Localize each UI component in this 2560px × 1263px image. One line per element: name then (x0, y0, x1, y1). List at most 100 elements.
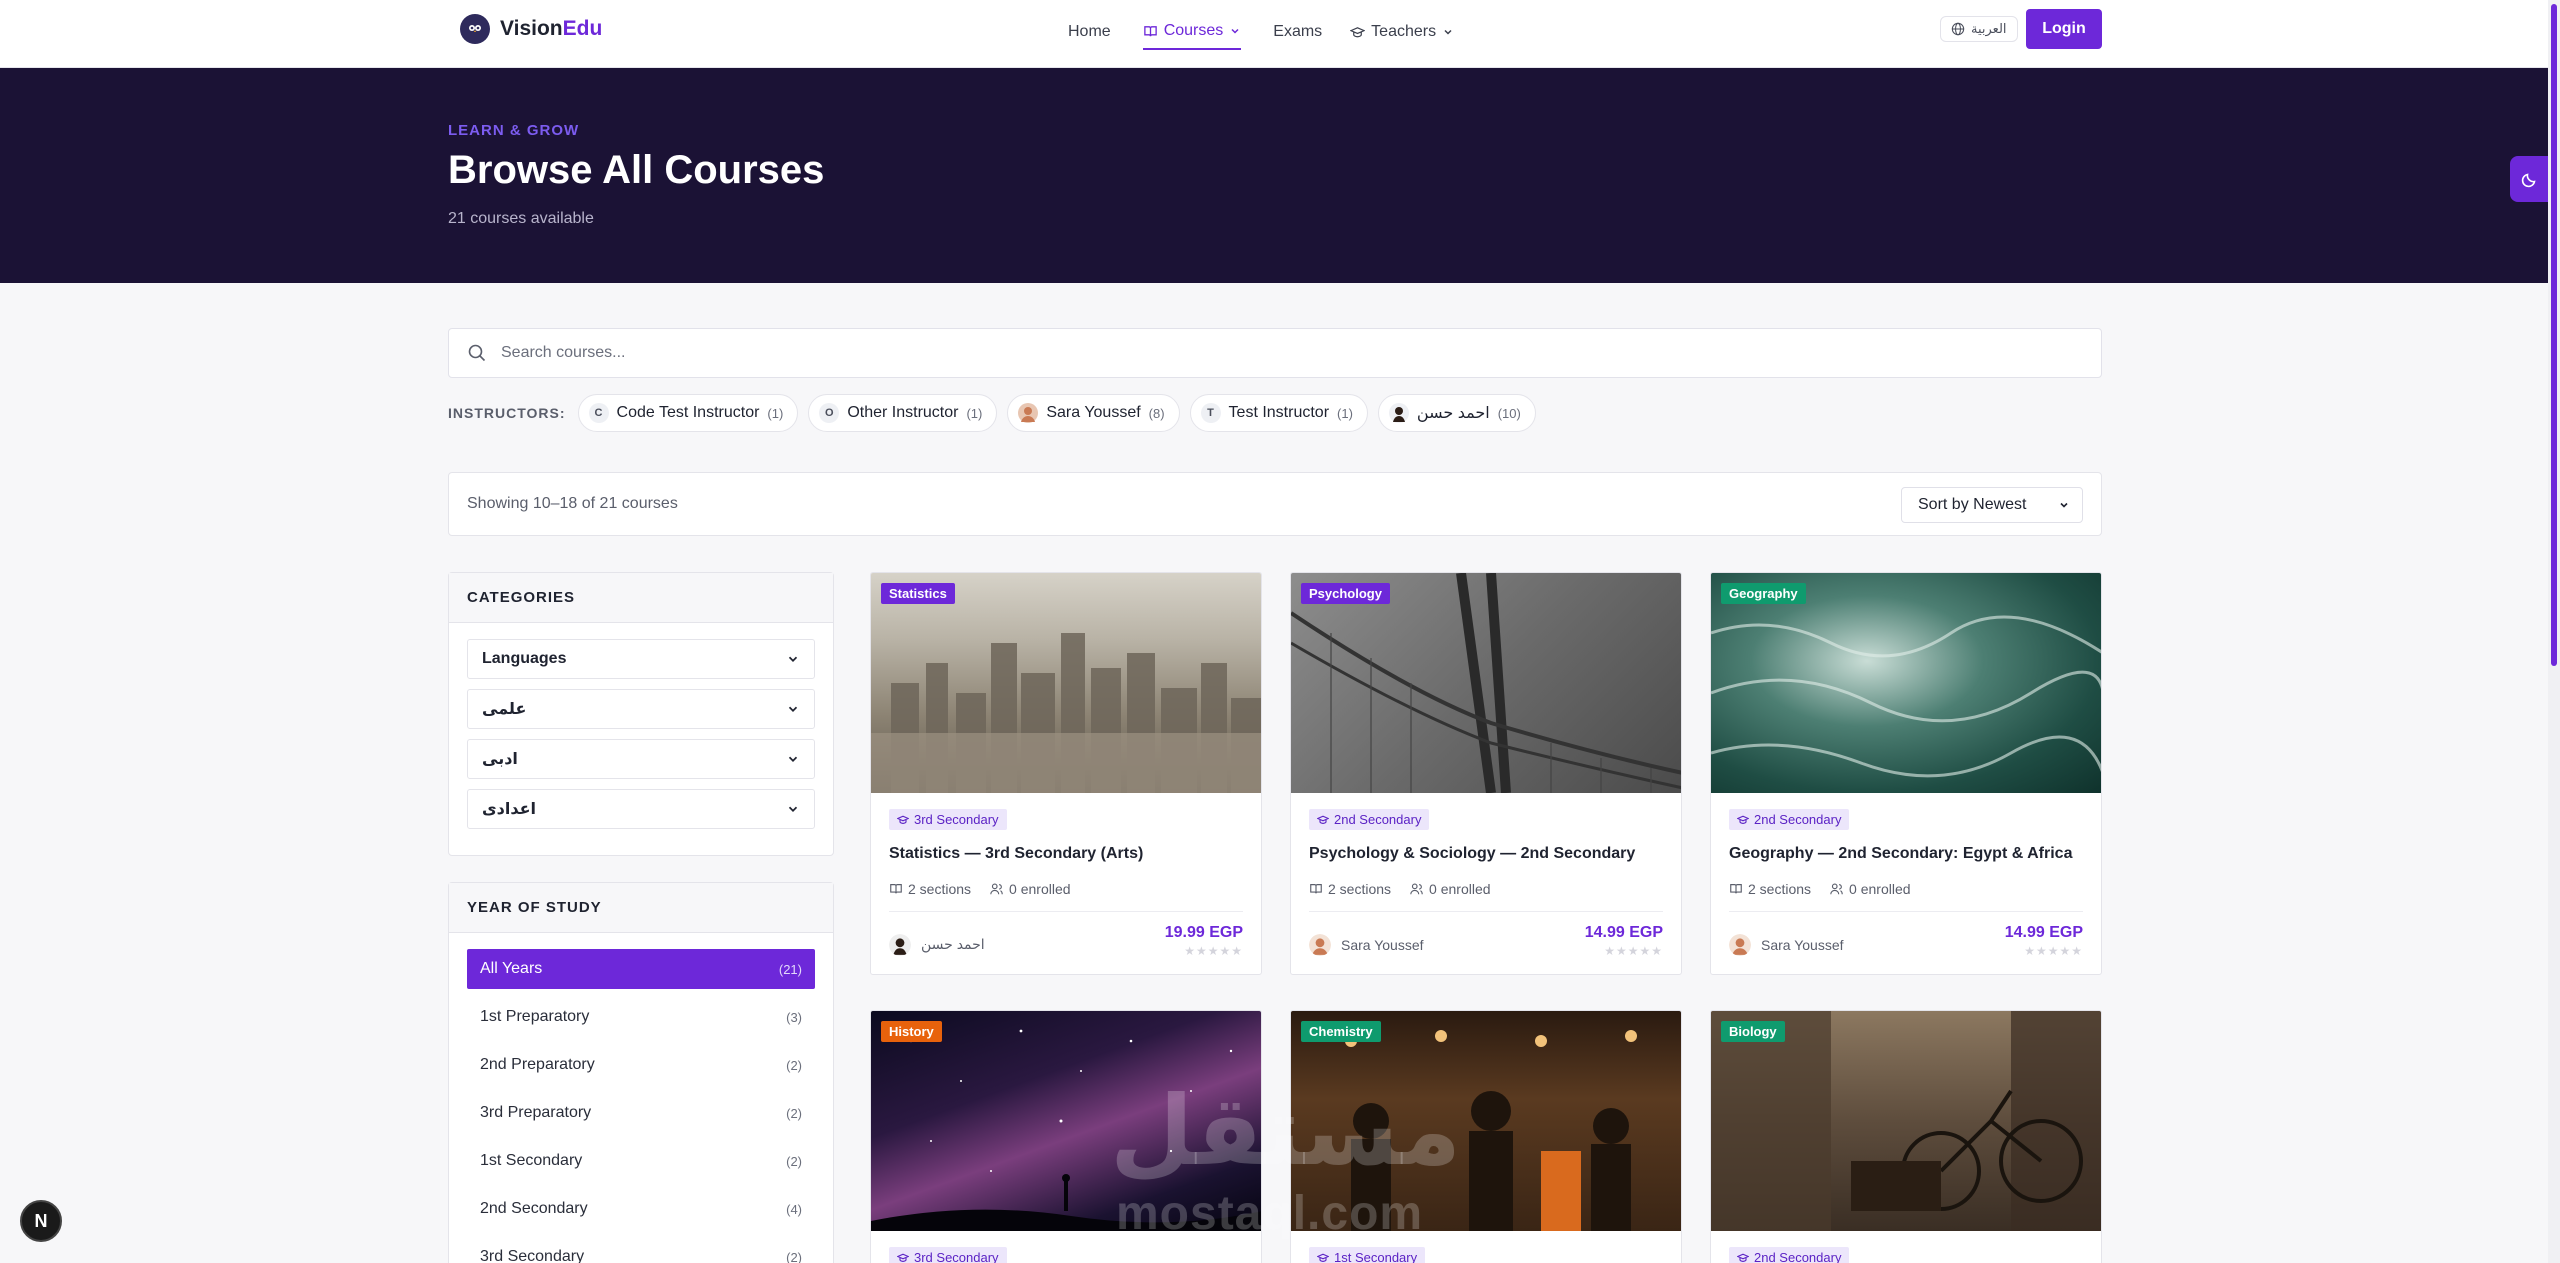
category-tag: Biology (1721, 1021, 1785, 1042)
watermark-url: mostaql.com (1116, 1187, 1424, 1240)
instructor-count: (1) (966, 405, 983, 421)
instructor-chip[interactable]: O Other Instructor (1) (808, 394, 998, 432)
year-badge: 3rd Secondary (889, 809, 1007, 830)
category-item[interactable]: علمى (467, 689, 815, 729)
search-input[interactable] (501, 344, 2001, 362)
graduation-cap-icon (897, 815, 909, 824)
graduation-cap-icon (1317, 815, 1329, 824)
year-badge: 2nd Secondary (1309, 809, 1430, 830)
categories-heading: CATEGORIES (449, 573, 833, 623)
instructor-chip[interactable]: C Code Test Instructor (1) (577, 394, 799, 432)
course-title[interactable]: Geography — 2nd Secondary: Egypt & Afric… (1729, 845, 2083, 863)
graduation-cap-icon (1737, 1253, 1749, 1262)
categories-panel: CATEGORIES Languages علمى ادبى اعدادى (448, 572, 834, 856)
main-nav: Home Courses Exams Teachers (1068, 18, 1454, 50)
instructor-avatar (1018, 403, 1039, 423)
category-tag: Chemistry (1301, 1021, 1381, 1042)
category-item[interactable]: اعدادى (467, 789, 815, 829)
year-badge: 2nd Secondary (1729, 809, 1850, 830)
results-toolbar: Showing 10–18 of 21 courses Sort by Newe… (448, 472, 2102, 536)
category-tag: Psychology (1301, 583, 1390, 604)
course-count: 21 courses available (448, 210, 594, 227)
course-title[interactable]: Psychology & Sociology — 2nd Secondary (1309, 845, 1663, 863)
nav-exams[interactable]: Exams (1273, 18, 1322, 50)
dev-tools-badge[interactable]: N (20, 1200, 62, 1242)
book-icon (1730, 883, 1742, 893)
category-item[interactable]: Languages (467, 639, 815, 679)
book-icon (1143, 25, 1157, 36)
year-heading: YEAR OF STUDY (449, 883, 833, 933)
course-title[interactable]: Statistics — 3rd Secondary (Arts) (889, 845, 1243, 863)
hero-eyebrow: LEARN & GROW (448, 122, 580, 139)
graduation-cap-icon (897, 1253, 909, 1262)
category-item[interactable]: ادبى (467, 739, 815, 779)
course-price: 14.99 EGP (1584, 923, 1663, 941)
login-button[interactable]: Login (2026, 9, 2102, 49)
course-card[interactable]: Biology 2nd Secondary (1710, 1010, 2102, 1263)
year-filter-item[interactable]: All Years (21) (467, 949, 815, 989)
course-thumbnail: Biology (1711, 1011, 2101, 1231)
instructor-chip[interactable]: Sara Youssef (8) (1007, 394, 1180, 432)
sections-count: 2 sections (1729, 881, 1811, 897)
chevron-down-icon (788, 656, 798, 662)
dark-mode-toggle[interactable] (2510, 156, 2550, 202)
bicycle-street-image (1711, 1011, 2101, 1231)
instructor-name: Sara Youssef (1046, 404, 1141, 421)
instructor-chip[interactable]: احمد حسن (10) (1377, 394, 1536, 432)
instructor-chip[interactable]: T Test Instructor (1) (1189, 394, 1368, 432)
course-author: احمد حسن (889, 933, 985, 956)
year-of-study-panel: YEAR OF STUDY All Years (21) 1st Preparat… (448, 882, 834, 1263)
rating-stars: ★★★★★ (1184, 943, 1243, 958)
year-filter-item[interactable]: 2nd Preparatory (2) (467, 1045, 815, 1085)
nav-courses[interactable]: Courses (1142, 18, 1242, 50)
instructor-count: (10) (1497, 405, 1521, 421)
nav-home[interactable]: Home (1068, 18, 1111, 50)
book-icon (1310, 883, 1322, 893)
year-badge: 1st Secondary (1309, 1247, 1426, 1263)
year-filter-item[interactable]: 1st Preparatory (3) (467, 997, 815, 1037)
instructor-name: Other Instructor (847, 404, 959, 421)
year-filter-item[interactable]: 3rd Preparatory (2) (467, 1093, 815, 1133)
brand-logo-link[interactable]: VisionEdu (460, 14, 602, 44)
instructor-initial: C (588, 403, 609, 423)
top-navbar: VisionEdu Home Courses Exams Teachers ال… (0, 0, 2548, 68)
year-filter-item[interactable]: 3rd Secondary (2) (467, 1237, 815, 1263)
sections-count: 2 sections (889, 881, 971, 897)
chevron-down-icon (788, 756, 798, 762)
brand-name: VisionEdu (500, 17, 603, 40)
category-tag: Statistics (881, 583, 955, 604)
users-icon (1410, 883, 1423, 894)
chevron-down-icon (788, 706, 798, 712)
course-author: Sara Youssef (1729, 933, 1844, 956)
search-icon (468, 344, 486, 362)
author-avatar (1309, 933, 1331, 956)
rating-stars: ★★★★★ (1604, 943, 1663, 958)
users-icon (1830, 883, 1843, 894)
scrollbar-thumb[interactable] (2551, 4, 2557, 666)
instructor-count: (8) (1148, 405, 1165, 421)
language-switcher[interactable]: العربية (1940, 16, 2018, 42)
year-filter-item[interactable]: 1st Secondary (2) (467, 1141, 815, 1181)
course-card[interactable]: Psychology 2nd Secondary Psychology & So… (1290, 572, 1682, 975)
graduation-cap-icon (1737, 815, 1749, 824)
nav-teachers[interactable]: Teachers (1350, 18, 1454, 50)
instructor-count: (1) (767, 405, 784, 421)
chevron-down-icon (2060, 502, 2068, 508)
chevron-down-icon (788, 806, 798, 812)
instructor-name: احمد حسن (1416, 405, 1490, 422)
year-filter-item[interactable]: 2nd Secondary (4) (467, 1189, 815, 1229)
author-avatar (889, 933, 911, 956)
author-avatar (1729, 933, 1751, 956)
course-card[interactable]: Statistics 3rd Secondary Statistics — 3r… (870, 572, 1262, 975)
instructor-initial: T (1200, 403, 1221, 423)
page-scrollbar[interactable] (2548, 0, 2560, 1263)
instructor-name: Test Instructor (1228, 404, 1330, 421)
course-card[interactable]: Geography 2nd Secondary Geography — 2nd … (1710, 572, 2102, 975)
hero-banner: LEARN & GROW Browse All Courses 21 cours… (0, 68, 2548, 283)
sort-dropdown[interactable]: Sort by Newest (1901, 487, 2083, 523)
book-icon (890, 883, 902, 893)
globe-icon (1951, 22, 1965, 36)
ocean-waves-image (1711, 615, 2101, 778)
watermark-text: مستقل (1110, 1078, 1462, 1185)
year-badge: 3rd Secondary (889, 1247, 1007, 1263)
